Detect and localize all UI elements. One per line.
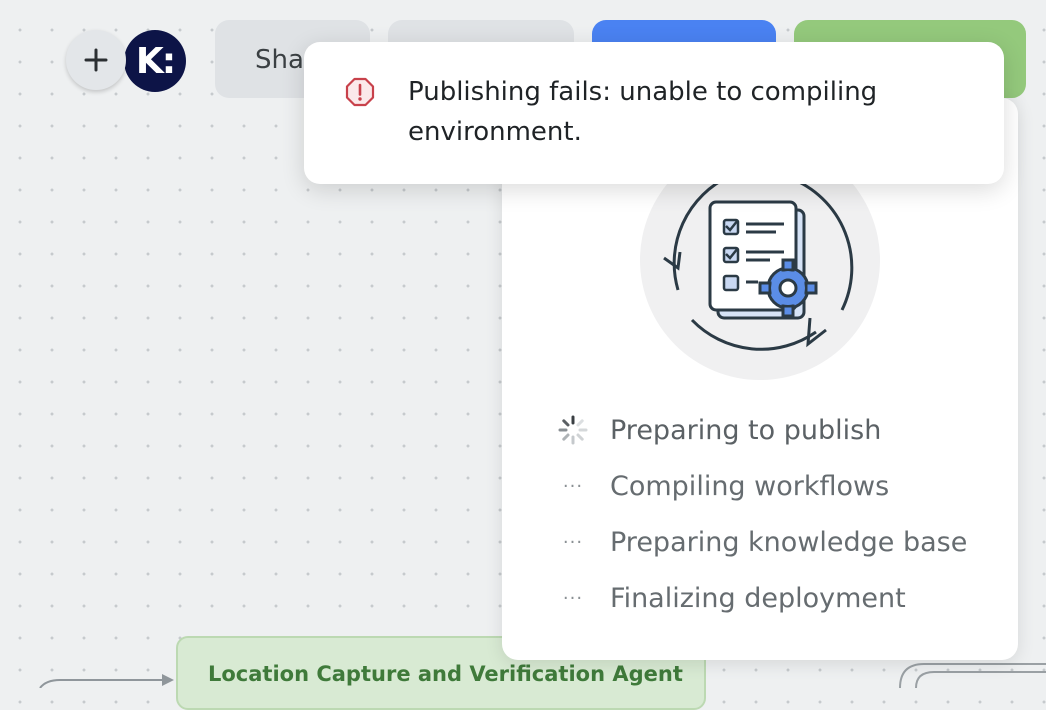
workflow-edge — [39, 674, 174, 688]
agent-node-title: Location Capture and Verification Agent — [208, 662, 683, 686]
step-label: Preparing to publish — [610, 414, 882, 446]
spinner-icon — [556, 413, 590, 447]
step-label: Compiling workflows — [610, 470, 890, 502]
step-label: Finalizing deployment — [610, 582, 906, 614]
error-toast[interactable]: Publishing fails: unable to compiling en… — [304, 42, 1004, 184]
ellipsis-icon: ··· — [562, 587, 584, 609]
step-compiling-workflows: ··· Compiling workflows — [556, 466, 889, 506]
step-finalizing-deployment: ··· Finalizing deployment — [556, 578, 906, 618]
add-button[interactable] — [66, 30, 126, 90]
share-button-label: Sha — [255, 45, 304, 75]
ellipsis-icon: ··· — [562, 475, 584, 497]
logo-text: K: — [135, 40, 176, 82]
alert-octagon-icon — [345, 77, 375, 107]
step-label: Preparing knowledge base — [610, 526, 968, 558]
workspace-logo[interactable]: K: — [124, 30, 186, 92]
step-preparing-to-publish: Preparing to publish — [556, 410, 881, 450]
plus-icon — [84, 48, 108, 72]
toast-message: Publishing fails: unable to compiling en… — [408, 77, 878, 147]
step-preparing-knowledge-base: ··· Preparing knowledge base — [556, 522, 967, 562]
ellipsis-icon: ··· — [562, 531, 584, 553]
